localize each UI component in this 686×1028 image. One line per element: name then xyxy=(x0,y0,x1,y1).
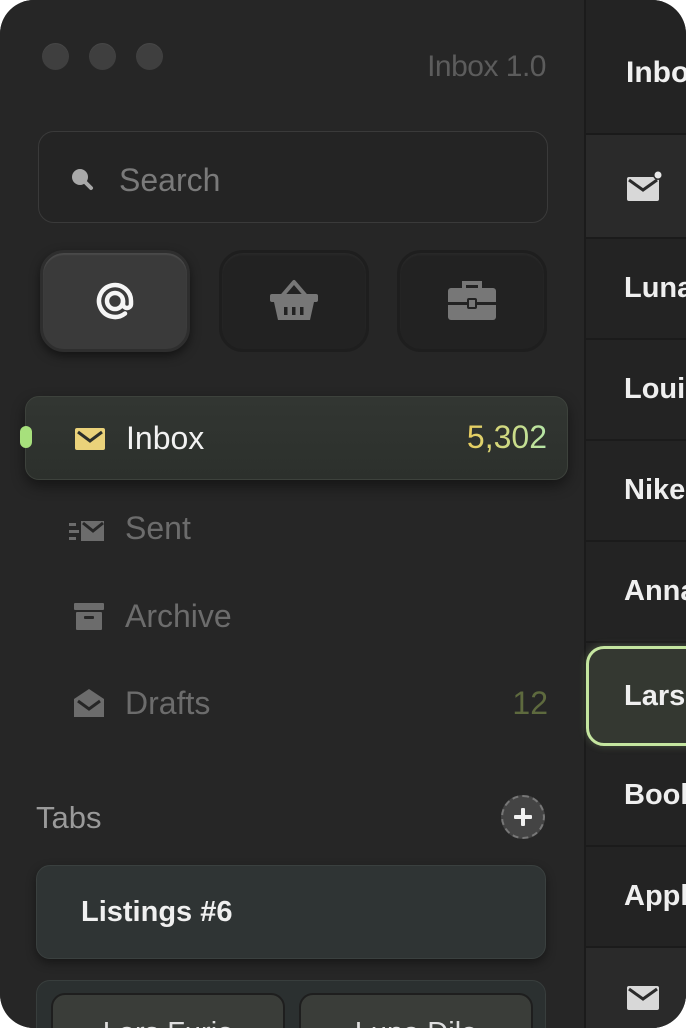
archive-icon xyxy=(74,603,104,630)
message-sender: Louis xyxy=(624,373,686,405)
message-row[interactable]: Luna xyxy=(586,239,686,340)
tab-label: Lars Furio xyxy=(53,1017,283,1028)
sent-icon xyxy=(69,521,104,541)
briefcase-icon xyxy=(448,281,496,320)
at-icon xyxy=(96,282,134,320)
account-shop-button[interactable] xyxy=(219,250,369,352)
tab-luna-dila[interactable]: Luna Dila xyxy=(299,993,533,1028)
tab-lars-furio[interactable]: Lars Furio xyxy=(51,993,285,1028)
close-window-button[interactable] xyxy=(42,43,69,70)
nav-drafts-count: 12 xyxy=(512,685,548,721)
search-field[interactable]: Search xyxy=(38,131,548,223)
active-indicator xyxy=(20,426,32,448)
account-mail-button[interactable] xyxy=(40,250,190,352)
tabs-heading: Tabs xyxy=(36,800,102,835)
add-tab-button[interactable] xyxy=(501,795,545,839)
search-placeholder: Search xyxy=(119,162,221,198)
message-sender: Lars xyxy=(624,680,686,712)
tab-listings[interactable]: Listings #6 xyxy=(36,865,546,959)
account-work-button[interactable] xyxy=(397,250,547,352)
message-sender: Apple xyxy=(624,880,686,912)
search-icon xyxy=(72,169,93,190)
app-window: Inbox 1.0 Search Inbox 5,302 Sent Archiv… xyxy=(0,0,686,1028)
nav-inbox[interactable]: Inbox 5,302 xyxy=(20,396,568,480)
message-sender: Luna xyxy=(624,272,686,304)
message-row[interactable]: Anna xyxy=(586,542,686,643)
nav-archive[interactable]: Archive xyxy=(25,576,568,660)
app-title: Inbox 1.0 xyxy=(427,50,546,83)
unread-filter-row[interactable] xyxy=(586,135,686,239)
nav-sent[interactable]: Sent xyxy=(25,488,568,572)
envelope-icon xyxy=(627,986,659,1010)
tab-label: Listings #6 xyxy=(81,896,233,928)
tab-label: Luna Dila xyxy=(301,1017,531,1028)
maximize-window-button[interactable] xyxy=(136,43,163,70)
basket-icon xyxy=(270,280,318,320)
nav-inbox-label: Inbox xyxy=(126,420,205,456)
envelope-icon xyxy=(75,428,105,450)
plus-icon xyxy=(514,808,532,826)
open-envelope-icon xyxy=(74,689,104,717)
minimize-window-button[interactable] xyxy=(89,43,116,70)
tab-group: Lars Furio Luna Dila xyxy=(36,980,546,1028)
message-row[interactable]: Book xyxy=(586,746,686,847)
nav-sent-label: Sent xyxy=(125,510,191,546)
nav-archive-label: Archive xyxy=(125,598,232,634)
message-row-selected[interactable]: Lars xyxy=(586,646,686,747)
message-row[interactable]: Nike xyxy=(586,441,686,542)
sidebar: Inbox 1.0 Search Inbox 5,302 Sent Archiv… xyxy=(0,0,584,1028)
message-sender: Anna xyxy=(624,575,686,607)
message-list-title: Inbox xyxy=(626,56,686,89)
unread-mail-icon xyxy=(627,170,663,201)
message-row[interactable]: Apple xyxy=(586,847,686,948)
message-sender: Nike xyxy=(624,474,686,506)
nav-drafts[interactable]: Drafts 12 xyxy=(25,663,568,747)
message-row[interactable] xyxy=(586,948,686,1028)
message-row[interactable]: Louis xyxy=(586,340,686,441)
nav-drafts-label: Drafts xyxy=(125,685,211,721)
nav-inbox-count: 5,302 xyxy=(466,419,547,455)
message-sender: Book xyxy=(624,779,686,811)
message-list: Inbox Luna Louis Nike Anna Lars Boo xyxy=(586,0,686,1028)
